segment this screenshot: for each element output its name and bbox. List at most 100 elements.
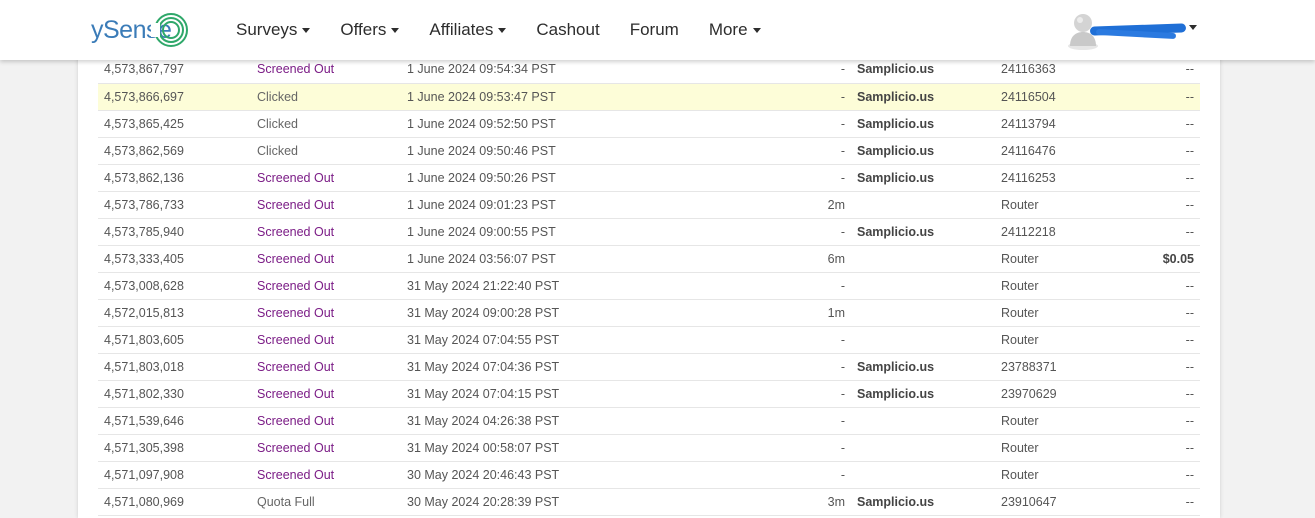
table-row: 4,573,785,940 Screened Out 1 June 2024 09:… [98,218,1200,245]
table-row: 4,572,015,813 Screened Out 31 May 2024 09:… [98,299,1200,326]
row-duration-cell: - [840,440,845,455]
row-id-cell: 4,571,305,398 [104,440,184,455]
row-id-cell: 4,573,866,697 [104,89,184,104]
row-project-cell: Router [1001,251,1039,266]
table-row: 4,571,097,908 Screened Out 30 May 2024 20:… [98,461,1200,488]
logo-rings-icon [151,13,188,47]
caret-down-icon [1189,25,1197,30]
nav-more[interactable]: More [709,0,761,60]
row-project-cell: 24112218 [1001,224,1056,239]
table-row: 4,571,803,605 Screened Out 31 May 2024 07:… [98,326,1200,353]
row-provider-cell: Samplicio.us [857,386,935,401]
nav-cashout[interactable]: Cashout [536,0,599,60]
row-provider-cell [851,299,995,326]
row-date-cell: 1 June 2024 09:50:46 PST [407,143,556,158]
row-reward-cell: $0.05 [1162,251,1194,266]
row-status-cell: Screened Out [257,170,335,185]
row-id-cell: 4,573,862,569 [104,143,184,158]
row-status-cell: Screened Out [257,278,335,293]
row-provider-cell [851,191,995,218]
row-reward-cell: -- [1185,440,1194,455]
row-date-cell: 1 June 2024 09:00:55 PST [407,224,556,239]
row-duration-cell: 6m [827,251,845,266]
row-date-cell: 31 May 2024 21:22:40 PST [407,278,560,293]
row-project-cell: Router [1001,197,1039,212]
row-duration-cell: - [840,224,845,239]
nav-offers-label: Offers [340,20,387,39]
row-date-cell: 1 June 2024 09:52:50 PST [407,116,556,131]
row-project-cell: 24116504 [1001,89,1056,104]
row-status-cell: Quota Full [257,494,315,509]
row-duration-cell: - [840,278,845,293]
row-reward-cell: -- [1185,386,1194,401]
row-reward-cell: -- [1185,332,1194,347]
row-provider-cell: Samplicio.us [857,359,935,374]
row-id-cell: 4,572,015,813 [104,305,184,320]
row-project-cell: 23970629 [1001,386,1057,401]
row-project-cell: Router [1001,305,1039,320]
row-reward-cell: -- [1185,116,1194,131]
row-status-cell: Screened Out [257,197,335,212]
row-reward-cell: -- [1185,143,1194,158]
row-status-cell: Screened Out [257,386,335,401]
row-duration-cell: 2m [827,197,845,212]
nav-offers[interactable]: Offers [340,0,400,60]
row-duration-cell: 3m [827,494,845,509]
row-reward-cell: -- [1185,413,1194,428]
row-status-cell: Clicked [257,116,298,131]
row-project-cell: 24116363 [1001,62,1056,77]
row-project-cell: Router [1001,278,1039,293]
row-date-cell: 1 June 2024 09:53:47 PST [407,89,556,104]
row-provider-cell: Samplicio.us [857,170,935,185]
nav-surveys-label: Surveys [236,20,298,39]
nav-affiliates[interactable]: Affiliates [429,0,507,60]
row-id-cell: 4,573,008,628 [104,278,184,293]
row-provider-cell [851,461,995,488]
caret-down-icon [302,27,311,33]
row-duration-cell: - [840,62,845,77]
table-row: 4,571,802,330 Screened Out 31 May 2024 07:… [98,380,1200,407]
table-row: 4,573,333,405 Screened Out 1 June 2024 03:… [98,245,1200,272]
row-project-cell: Router [1001,467,1039,482]
row-project-cell: Router [1001,440,1039,455]
row-duration-cell: - [840,467,845,482]
survey-history-rows: 4,573,867,797 Screened Out 1 June 2024 09:… [98,56,1200,515]
row-status-cell: Screened Out [257,305,335,320]
row-project-cell: Router [1001,332,1039,347]
ysense-logo[interactable]: ySense [91,10,201,50]
row-id-cell: 4,571,080,969 [104,494,184,509]
row-project-cell: Router [1001,413,1039,428]
nav-forum[interactable]: Forum [630,0,679,60]
row-duration-cell: - [840,89,845,104]
main-nav: Surveys Offers Affiliates Cashout Forum … [236,0,791,60]
table-row: 4,571,305,398 Screened Out 31 May 2024 00:… [98,434,1200,461]
row-duration-cell: - [840,170,845,185]
row-project-cell: 24113794 [1001,116,1056,131]
row-project-cell: 24116476 [1001,143,1056,158]
row-id-cell: 4,573,333,405 [104,251,184,266]
row-date-cell: 1 June 2024 09:01:23 PST [407,197,556,212]
caret-down-icon [498,27,507,33]
row-provider-cell [851,326,995,353]
row-provider-cell: Samplicio.us [857,89,935,104]
row-id-cell: 4,571,097,908 [104,467,184,482]
row-duration-cell: - [840,332,845,347]
row-reward-cell: -- [1185,305,1194,320]
row-provider-cell [851,272,995,299]
row-date-cell: 31 May 2024 00:58:07 PST [407,440,560,455]
user-menu[interactable] [1066,10,1198,50]
row-duration-cell: - [840,143,845,158]
table-row: 4,573,865,425 Clicked 1 June 2024 09:52:50… [98,110,1200,137]
row-date-cell: 31 May 2024 09:00:28 PST [407,305,560,320]
row-status-cell: Screened Out [257,332,335,347]
row-id-cell: 4,571,539,646 [104,413,184,428]
row-provider-cell: Samplicio.us [857,143,935,158]
row-duration-cell: - [840,413,845,428]
row-provider-cell: Samplicio.us [857,494,935,509]
nav-surveys[interactable]: Surveys [236,0,311,60]
row-id-cell: 4,571,803,018 [104,359,184,374]
row-duration-cell: - [840,116,845,131]
table-row: 4,571,803,018 Screened Out 31 May 2024 07:… [98,353,1200,380]
row-date-cell: 31 May 2024 07:04:36 PST [407,359,560,374]
row-status-cell: Screened Out [257,62,335,77]
